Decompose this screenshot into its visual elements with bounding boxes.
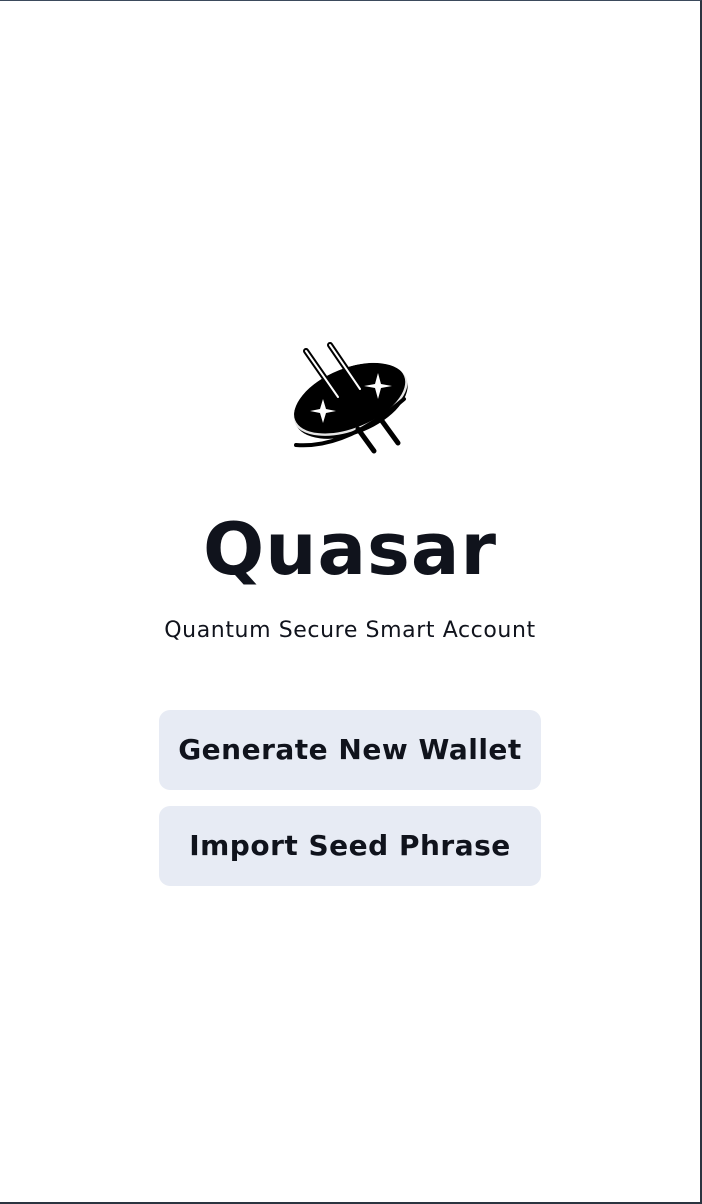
app-subtitle: Quantum Secure Smart Account bbox=[164, 618, 536, 643]
generate-new-wallet-button[interactable]: Generate New Wallet bbox=[159, 710, 541, 790]
welcome-screen: Quasar Quantum Secure Smart Account Gene… bbox=[0, 0, 702, 1204]
import-seed-phrase-button[interactable]: Import Seed Phrase bbox=[159, 806, 541, 886]
app-title: Quasar bbox=[203, 507, 497, 591]
quasar-logo-icon bbox=[291, 342, 408, 454]
